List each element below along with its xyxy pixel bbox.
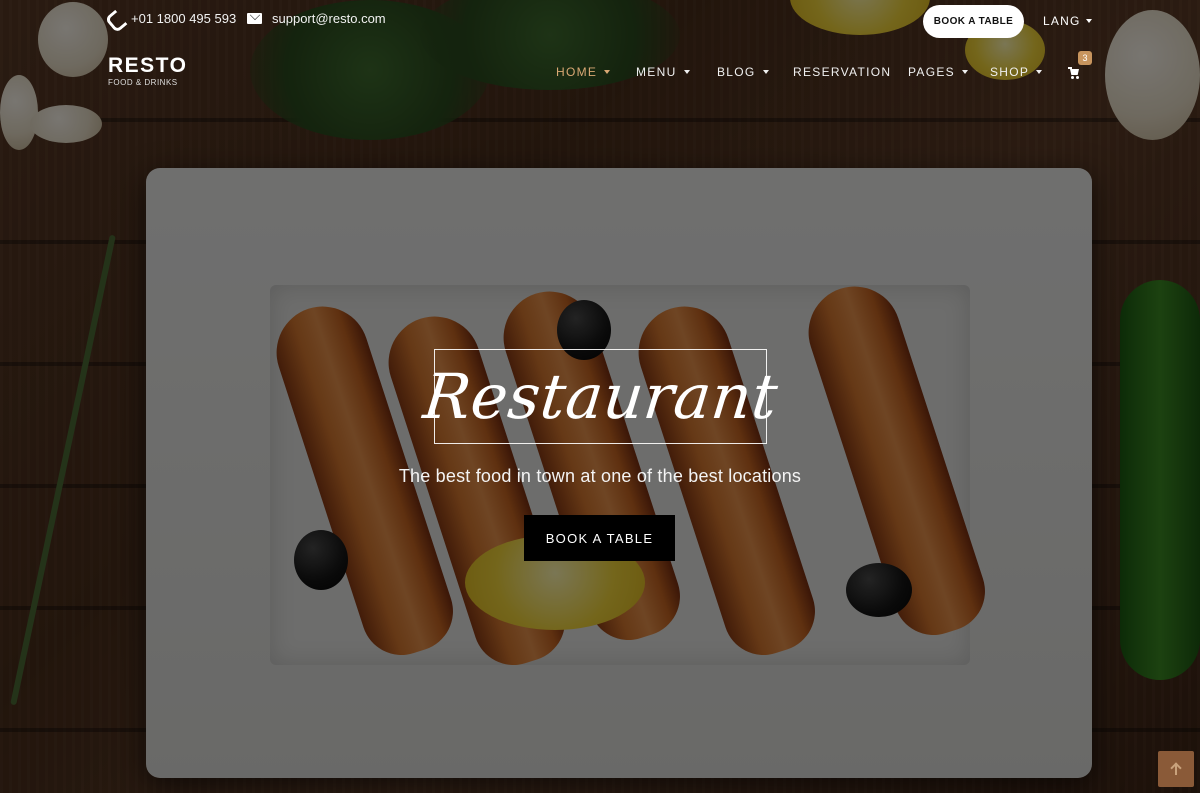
nav-item-label: RESERVATION (793, 65, 892, 79)
email-address: support@resto.com (272, 11, 386, 26)
nav-item-home[interactable]: HOME (556, 65, 611, 79)
nav-item-label: MENU (636, 65, 677, 79)
nav-item-shop[interactable]: SHOP (990, 65, 1043, 79)
arrow-up-icon (1171, 763, 1181, 775)
envelope-icon (247, 13, 262, 24)
cart-icon[interactable] (1068, 66, 1082, 80)
chevron-down-icon (1086, 19, 1093, 23)
nav-item-label: BLOG (717, 65, 756, 79)
nav-item-label: HOME (556, 65, 598, 79)
chevron-down-icon (1036, 70, 1043, 74)
top-bar: +01 1800 495 593 support@resto.com BOOK … (0, 0, 1200, 40)
book-table-top-button[interactable]: BOOK A TABLE (923, 5, 1024, 38)
chevron-down-icon (604, 70, 611, 74)
nav-item-reservation[interactable]: RESERVATION (793, 65, 891, 79)
language-label: LANG (1043, 14, 1081, 28)
phone-icon (108, 12, 121, 25)
hero-subtitle: The best food in town at one of the best… (398, 466, 802, 486)
email-contact[interactable]: support@resto.com (247, 11, 386, 26)
book-table-hero-button[interactable]: BOOK A TABLE (524, 515, 675, 561)
nav-item-blog[interactable]: BLOG (717, 65, 769, 79)
phone-contact[interactable]: +01 1800 495 593 (108, 11, 236, 26)
main-nav: HOME MENU BLOG RESERVATION PAGES SHOP (0, 65, 1200, 81)
nav-item-label: SHOP (990, 65, 1030, 79)
nav-item-menu[interactable]: MENU (636, 65, 690, 79)
language-dropdown[interactable]: LANG (1043, 14, 1093, 28)
chevron-down-icon (762, 70, 769, 74)
nav-item-label: PAGES (908, 65, 955, 79)
chevron-down-icon (961, 70, 968, 74)
back-to-top-button[interactable] (1158, 751, 1194, 787)
phone-number: +01 1800 495 593 (131, 11, 237, 26)
nav-item-pages[interactable]: PAGES (908, 65, 968, 79)
hero-title: Restaurant (419, 359, 782, 433)
cart-count-badge: 3 (1078, 51, 1092, 65)
hero-title-frame: Restaurant (420, 349, 781, 444)
chevron-down-icon (683, 70, 690, 74)
